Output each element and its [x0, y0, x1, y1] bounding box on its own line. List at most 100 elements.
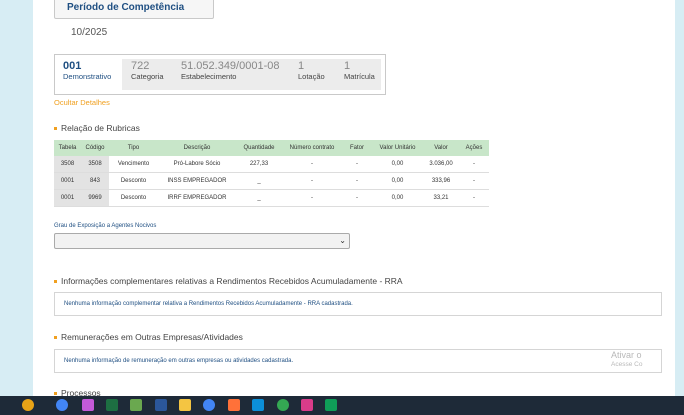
rra-section-title: Informações complementares relativas a R… [54, 276, 403, 286]
table-cell: - [282, 189, 342, 207]
watermark-line2: Acesse Co [611, 361, 643, 368]
column-header: Valor Unitário [372, 140, 423, 156]
word-icon[interactable] [155, 399, 167, 411]
row-actions-cell[interactable]: - [459, 189, 489, 207]
periodo-value: 10/2025 [71, 27, 108, 38]
sheets-icon[interactable] [325, 399, 337, 411]
chrome-active-icon[interactable] [203, 399, 215, 411]
copilot-icon[interactable] [82, 399, 94, 411]
rra-info-box: Nenhuma informação complementar relativa… [54, 292, 662, 316]
processos-section-title: Processos [54, 388, 101, 396]
rubricas-header-row: Tabela Código Tipo Descrição Quantidade Númer… [54, 140, 489, 156]
processos-title-text: Processos [61, 388, 101, 396]
chrome-icon[interactable] [56, 399, 68, 411]
column-header: Número contrato [282, 140, 342, 156]
table-cell: 0,00 [372, 172, 423, 190]
table-cell: _ [236, 172, 282, 190]
section-bullet-icon [54, 392, 57, 396]
row-actions-cell[interactable]: - [459, 172, 489, 190]
table-cell: - [282, 156, 342, 173]
section-bullet-icon [54, 280, 57, 284]
file-explorer-icon[interactable] [179, 399, 191, 411]
table-cell: 333,96 [423, 172, 459, 190]
column-header: Quantidade [236, 140, 282, 156]
table-cell: IRRF EMPREGADOR [158, 189, 236, 207]
table-cell: 3.036,00 [423, 156, 459, 173]
column-header: Valor [423, 140, 459, 156]
watermark-line1: Ativar o [611, 350, 642, 360]
outras-title-text: Remunerações em Outras Empresas/Atividad… [61, 332, 243, 342]
lotacao-field: 1 Lotação [298, 60, 325, 89]
column-header: Descrição [158, 140, 236, 156]
matricula-label: Matrícula [344, 72, 375, 81]
table-cell: Pró-Labore Sócio [158, 156, 236, 173]
periodo-competencia-box: Período de Competência 10/2025 [54, 0, 214, 38]
table-cell: _ [236, 189, 282, 207]
rubricas-table: Tabela Código Tipo Descrição Quantidade Númer… [54, 140, 489, 207]
table-cell: 0001 [54, 172, 81, 190]
windows-taskbar [0, 396, 684, 415]
table-cell: INSS EMPREGADOR [158, 172, 236, 190]
lotacao-label: Lotação [298, 72, 325, 81]
column-header: Fator [342, 140, 372, 156]
section-bullet-icon [54, 336, 57, 340]
sun-weather-icon[interactable] [22, 399, 34, 411]
table-cell: 3508 [81, 156, 109, 173]
estabelecimento-label: Estabelecimento [181, 72, 237, 81]
table-cell: 9969 [81, 189, 109, 207]
grau-exposicao-select[interactable]: ⌄ [54, 233, 350, 249]
edge-icon[interactable] [252, 399, 264, 411]
table-cell: - [342, 172, 372, 190]
column-header: Ações [459, 140, 489, 156]
table-cell: 0001 [54, 189, 81, 207]
firefox-icon[interactable] [228, 399, 240, 411]
table-cell: Desconto [109, 189, 158, 207]
section-bullet-icon [54, 127, 57, 131]
table-cell: 0,00 [372, 156, 423, 173]
rra-title-text: Informações complementares relativas a R… [61, 276, 403, 286]
app-pink-icon[interactable] [301, 399, 313, 411]
matricula-field: 1 Matrícula [344, 60, 375, 89]
demonstrativo-card: 001 Demonstrativo 722 Categoria 51.052.3… [54, 54, 386, 95]
outras-info-box: Nenhuma informação de remuneração em out… [54, 349, 662, 373]
matricula-value: 1 [344, 60, 351, 72]
rubricas-title-text: Relação de Rubricas [61, 123, 140, 133]
paint-icon[interactable] [130, 399, 142, 411]
categoria-field: 722 Categoria [131, 60, 164, 89]
ocultar-detalhes-link[interactable]: Ocultar Detalhes [54, 98, 110, 107]
table-cell: Desconto [109, 172, 158, 190]
categoria-value: 722 [131, 60, 150, 72]
demonstrativo-numero-value: 001 [63, 60, 82, 72]
categoria-label: Categoria [131, 72, 164, 81]
table-cell: 843 [81, 172, 109, 190]
table-cell: Vencimento [109, 156, 158, 173]
rubricas-section-title: Relação de Rubricas [54, 123, 140, 133]
table-cell: - [342, 156, 372, 173]
estabelecimento-field: 51.052.349/0001-08 Estabelecimento [181, 60, 279, 89]
demonstrativo-numero: 001 Demonstrativo [63, 60, 123, 89]
table-cell: - [342, 189, 372, 207]
table-cell: 3508 [54, 156, 81, 173]
table-cell: 227,33 [236, 156, 282, 173]
table-row: 0001 843 Desconto INSS EMPREGADOR _ - -0,00 333… [54, 172, 489, 190]
page-content: Período de Competência 10/2025 001 Demon… [33, 0, 675, 396]
demonstrativo-numero-label: Demonstrativo [63, 72, 112, 81]
table-cell: 33,21 [423, 189, 459, 207]
column-header: Código [81, 140, 109, 156]
chevron-down-icon: ⌄ [339, 236, 346, 245]
table-row: 0001 9969 Desconto IRRF EMPREGADOR _ - -0,00 33… [54, 189, 489, 207]
estabelecimento-value: 51.052.349/0001-08 [181, 60, 280, 72]
excel-icon[interactable] [106, 399, 118, 411]
table-row: 3508 3508 Vencimento Pró-Labore Sócio 227,33… [54, 156, 489, 173]
row-actions-cell[interactable]: - [459, 156, 489, 173]
grau-exposicao-label: Grau de Exposição a Agentes Nocivos [54, 223, 157, 229]
activate-windows-watermark: Ativar o Acesse Co [611, 350, 642, 368]
lotacao-value: 1 [298, 60, 305, 72]
table-cell: - [282, 172, 342, 190]
column-header: Tabela [54, 140, 81, 156]
outras-section-title: Remunerações em Outras Empresas/Atividad… [54, 332, 243, 342]
column-header: Tipo [109, 140, 158, 156]
table-cell: 0,00 [372, 189, 423, 207]
periodo-label: Período de Competência [67, 2, 185, 13]
chrome-alt-icon[interactable] [277, 399, 289, 411]
